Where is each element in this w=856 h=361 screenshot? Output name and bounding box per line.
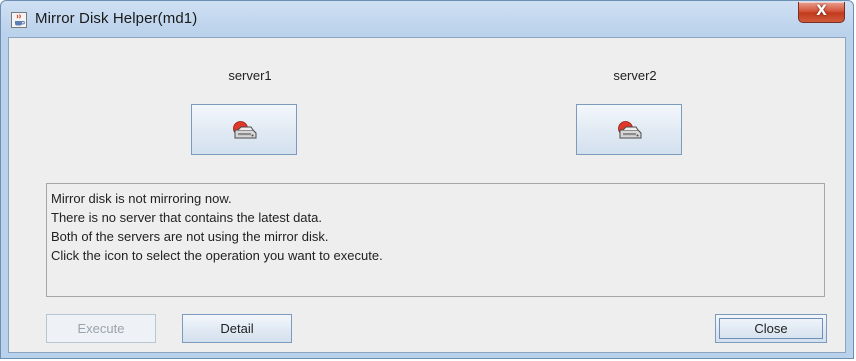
server2-label: server2 [613,68,657,83]
server-disk-icon [233,121,257,139]
status-message-line: There is no server that contains the lat… [51,210,322,225]
server1-label: server1 [228,68,272,83]
close-button[interactable]: Close [715,314,827,343]
status-message-line: Mirror disk is not mirroring now. [51,191,232,206]
close-window-button[interactable]: X [798,2,845,23]
server-disk-icon [618,121,642,139]
execute-button[interactable]: Execute [46,314,156,343]
window-title: Mirror Disk Helper(md1) [35,10,198,27]
status-message-box: Mirror disk is not mirroring now. There … [46,183,825,297]
close-icon: X [816,3,827,19]
title-bar[interactable]: Mirror Disk Helper(md1) X [1,1,853,37]
detail-button[interactable]: Detail [182,314,292,343]
status-message-line: Both of the servers are not using the mi… [51,229,329,244]
java-cup-icon [11,12,27,28]
server1-button[interactable] [191,104,297,155]
mirror-disk-helper-window: Mirror Disk Helper(md1) X server1 server… [0,0,854,359]
close-button-label: Close [719,318,823,339]
status-message-line: Click the icon to select the operation y… [51,248,383,263]
dialog-content: server1 server2 Mirror disk is not mirro… [8,37,846,353]
server2-button[interactable] [576,104,682,155]
